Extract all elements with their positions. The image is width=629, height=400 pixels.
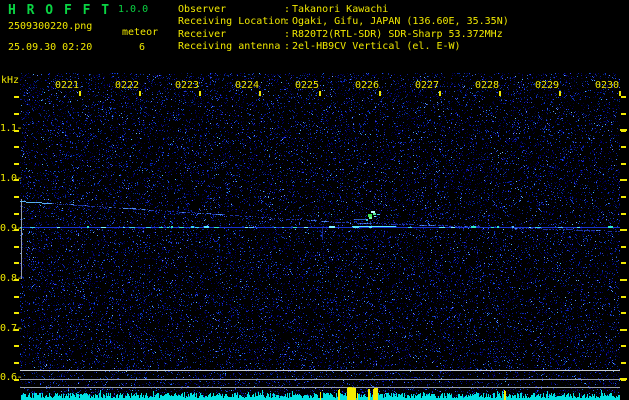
info-row: Receiving antenna:2el-HB9CV Vertical (el… — [178, 41, 509, 53]
info-label: Receiving Location — [178, 16, 287, 28]
time-tick-label: 0224 — [235, 80, 260, 91]
info-value: 2el-HB9CV Vertical (el. E-W) — [292, 41, 461, 53]
time-tick-label: 0227 — [415, 80, 440, 91]
freq-tick-label: 0.7- — [0, 323, 23, 334]
datetime-label: 25.09.30 02:20 — [8, 42, 93, 53]
freq-tick-label: 0.6- — [0, 372, 23, 383]
freq-tick-label: 1.1- — [0, 123, 23, 134]
mode-label: meteor — [122, 27, 159, 38]
app-version: 1.0.0 — [118, 4, 149, 15]
station-info: Observer: Takanori Kawachi Receiving Locat… — [178, 4, 509, 54]
freq-tick-label: 0.9- — [0, 223, 23, 234]
time-tick-label: 0230 — [595, 80, 620, 91]
time-tick-label: 0223 — [175, 80, 200, 91]
freq-tick-label: 0.8- — [0, 273, 23, 284]
file-name: 2509300220.png — [8, 21, 93, 32]
hrofft-screen: H R O F F T 1.0.0 2509300220.png meteor … — [0, 0, 629, 400]
time-tick-label: 0222 — [115, 80, 140, 91]
info-value: R820T2(RTL-SDR) SDR-Sharp 53.372MHz — [292, 28, 503, 40]
spectrogram-canvas — [0, 0, 629, 400]
info-label: Observer — [178, 4, 227, 15]
info-row: Observer: Takanori Kawachi — [178, 4, 509, 16]
info-colon: : — [284, 41, 291, 53]
info-value: Takanori Kawachi — [292, 4, 389, 15]
freq-axis-unit-label: kHz — [1, 75, 20, 86]
time-tick-label: 0221 — [55, 80, 80, 91]
info-colon: : — [284, 16, 291, 28]
time-tick-label: 0226 — [355, 80, 380, 91]
freq-tick-label: 1.0- — [0, 173, 23, 184]
time-tick-label: 0225 — [295, 80, 320, 91]
time-tick-label: 0228 — [475, 80, 500, 91]
info-label: Receiving antenna — [178, 41, 281, 53]
time-tick-label: 0229 — [535, 80, 560, 91]
info-colon: : — [284, 4, 291, 15]
info-label: Receiver — [178, 28, 227, 40]
event-count: 6 — [139, 42, 146, 53]
info-row: Receiver: R820T2(RTL-SDR) SDR-Sharp 53.37… — [178, 29, 509, 41]
info-row: Receiving Location: Ogaki, Gifu, JAPAN (1… — [178, 16, 509, 28]
app-title: H R O F F T — [8, 3, 111, 18]
info-value: Ogaki, Gifu, JAPAN (136.60E, 35.35N) — [292, 16, 509, 28]
info-colon: : — [284, 28, 291, 40]
